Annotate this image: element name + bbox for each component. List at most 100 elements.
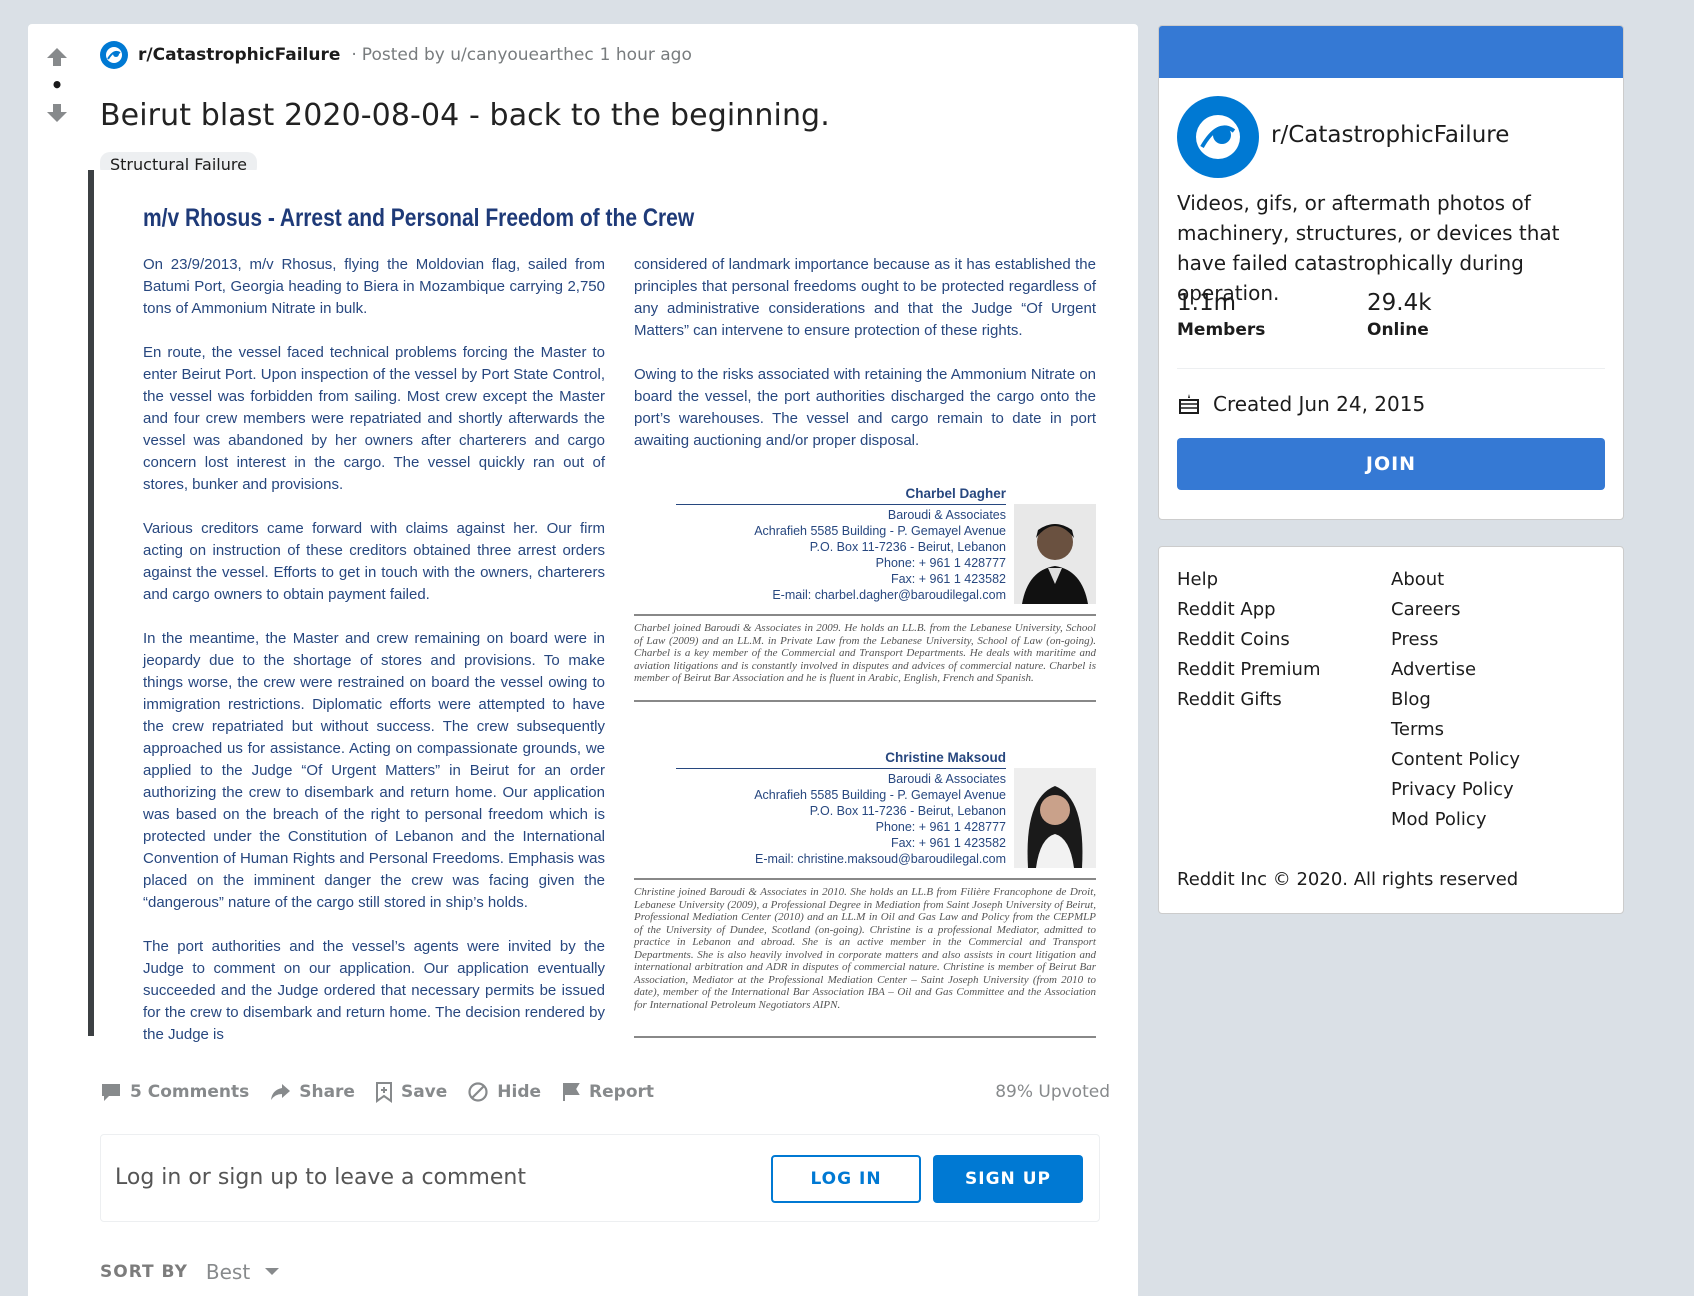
- contact-address: Achrafieh 5585 Building - P. Gemayel Ave…: [754, 788, 1006, 802]
- contact-details: Charbel Dagher Baroudi & Associates Achr…: [676, 486, 1006, 603]
- footer-link-about[interactable]: About: [1391, 565, 1520, 595]
- contact-email: E-mail: charbel.dagher@baroudilegal.com: [772, 588, 1006, 602]
- vote-count: •: [50, 73, 64, 97]
- share-label: Share: [299, 1082, 355, 1102]
- join-button[interactable]: JOIN: [1177, 438, 1605, 490]
- doc-paragraph: The port authorities and the vessel’s ag…: [143, 938, 605, 1043]
- comments-button[interactable]: 5 Comments: [100, 1081, 249, 1103]
- sort-dropdown[interactable]: Best: [206, 1260, 250, 1284]
- footer-link-reddit-gifts[interactable]: Reddit Gifts: [1177, 685, 1321, 715]
- footer-link-reddit-app[interactable]: Reddit App: [1177, 595, 1321, 625]
- contact-name: Charbel Dagher: [676, 486, 1006, 505]
- report-label: Report: [589, 1082, 655, 1102]
- contact-pobox: P.O. Box 11-7236 - Beirut, Lebanon: [809, 540, 1006, 554]
- portrait-photo: [1014, 504, 1096, 604]
- upvote-icon[interactable]: [42, 42, 72, 72]
- members-label: Members: [1177, 320, 1266, 340]
- share-button[interactable]: Share: [269, 1081, 355, 1103]
- post-meta: r/CatastrophicFailure · Posted by u/cany…: [100, 40, 692, 70]
- save-button[interactable]: Save: [375, 1081, 447, 1103]
- footer-link-reddit-premium[interactable]: Reddit Premium: [1177, 655, 1321, 685]
- sort-label: SORT BY: [100, 1262, 188, 1282]
- portrait-photo: [1014, 768, 1096, 868]
- contact-fax: Fax: + 961 1 423582: [890, 572, 1006, 586]
- bookmark-plus-icon: [375, 1082, 392, 1103]
- footer-links-card: Help Reddit App Reddit Coins Reddit Prem…: [1158, 546, 1624, 914]
- comment-prompt-text: Log in or sign up to leave a comment: [115, 1165, 526, 1190]
- contact-phone: Phone: + 961 1 428777: [875, 820, 1006, 834]
- save-label: Save: [400, 1082, 448, 1102]
- online-stat: 29.4k Online: [1367, 290, 1432, 340]
- contact-fax: Fax: + 961 1 423582: [890, 836, 1006, 850]
- report-button[interactable]: Report: [561, 1081, 654, 1103]
- share-arrow-icon: [271, 1084, 291, 1100]
- comment-sort: SORT BY Best: [100, 1260, 280, 1284]
- document-title: m/v Rhosus - Arrest and Personal Freedom…: [143, 204, 695, 232]
- circle-slash-icon: [468, 1082, 488, 1102]
- subreddit-link[interactable]: r/CatastrophicFailure: [138, 45, 340, 65]
- vote-column: •: [42, 42, 72, 128]
- created-text: Created Jun 24, 2015: [1213, 392, 1426, 416]
- flag-icon: [563, 1083, 580, 1101]
- contact-firm: Baroudi & Associates: [887, 772, 1006, 786]
- footer-link-content-policy[interactable]: Content Policy: [1391, 745, 1520, 775]
- post-title[interactable]: Beirut blast 2020-08-04 - back to the be…: [100, 98, 830, 133]
- contact-bio: Charbel joined Baroudi & Associates in 2…: [634, 614, 1096, 702]
- upvote-ratio: 89% Upvoted: [995, 1082, 1110, 1102]
- community-banner: [1159, 26, 1623, 78]
- comment-bubble-icon: [102, 1084, 120, 1101]
- online-label: Online: [1367, 320, 1429, 340]
- login-button[interactable]: LOG IN: [771, 1155, 921, 1203]
- doc-paragraph: Owing to the risks associated with retai…: [634, 366, 1096, 449]
- copyright-text: Reddit Inc © 2020. All rights reserved: [1177, 869, 1519, 890]
- contact-pobox: P.O. Box 11-7236 - Beirut, Lebanon: [809, 804, 1006, 818]
- community-name[interactable]: r/CatastrophicFailure: [1271, 122, 1509, 148]
- community-icon[interactable]: [1177, 96, 1259, 178]
- meta-separator: ·: [351, 45, 357, 65]
- image-left-border: [88, 170, 94, 1036]
- downvote-icon[interactable]: [42, 98, 72, 128]
- footer-link-mod-policy[interactable]: Mod Policy: [1391, 805, 1520, 835]
- contact-firm: Baroudi & Associates: [887, 508, 1006, 522]
- document-right-column: considered of landmark importance becaus…: [634, 254, 1096, 474]
- footer-link-press[interactable]: Press: [1391, 625, 1520, 655]
- footer-link-advertise[interactable]: Advertise: [1391, 655, 1520, 685]
- contact-details: Christine Maksoud Baroudi & Associates A…: [676, 750, 1006, 867]
- footer-links-left: Help Reddit App Reddit Coins Reddit Prem…: [1177, 565, 1321, 715]
- contact-address: Achrafieh 5585 Building - P. Gemayel Ave…: [754, 524, 1006, 538]
- hide-label: Hide: [497, 1082, 542, 1102]
- caret-down-icon[interactable]: [264, 1267, 280, 1277]
- footer-link-terms[interactable]: Terms: [1391, 715, 1520, 745]
- contact-email: E-mail: christine.maksoud@baroudilegal.c…: [755, 852, 1006, 866]
- doc-paragraph: En route, the vessel faced technical pro…: [143, 344, 605, 493]
- post-time: 1 hour ago: [599, 45, 692, 65]
- contact-name: Christine Maksoud: [676, 750, 1006, 769]
- post-image[interactable]: m/v Rhosus - Arrest and Personal Freedom…: [88, 170, 1128, 1043]
- comments-label: 5 Comments: [130, 1082, 250, 1102]
- signup-button[interactable]: SIGN UP: [933, 1155, 1083, 1203]
- about-divider: [1177, 368, 1605, 369]
- footer-link-help[interactable]: Help: [1177, 565, 1321, 595]
- footer-link-blog[interactable]: Blog: [1391, 685, 1520, 715]
- footer-link-reddit-coins[interactable]: Reddit Coins: [1177, 625, 1321, 655]
- subreddit-icon[interactable]: [100, 41, 128, 69]
- post-card: • r/CatastrophicFailure · Posted by u/ca…: [28, 24, 1138, 1296]
- document-left-column: On 23/9/2013, m/v Rhosus, flying the Mol…: [143, 254, 605, 1068]
- cake-icon: [1179, 394, 1199, 414]
- members-count: 1.1m: [1177, 290, 1236, 316]
- contact-bio: Christine joined Baroudi & Associates in…: [634, 878, 1096, 1038]
- doc-paragraph: Various creditors came forward with clai…: [143, 520, 605, 603]
- doc-paragraph: On 23/9/2013, m/v Rhosus, flying the Mol…: [143, 256, 605, 317]
- contact-phone: Phone: + 961 1 428777: [875, 556, 1006, 570]
- footer-link-careers[interactable]: Careers: [1391, 595, 1520, 625]
- footer-link-privacy-policy[interactable]: Privacy Policy: [1391, 775, 1520, 805]
- created-date: Created Jun 24, 2015: [1177, 392, 1425, 416]
- doc-paragraph: considered of landmark importance becaus…: [634, 256, 1096, 339]
- hide-button[interactable]: Hide: [467, 1081, 541, 1103]
- community-about-card: r/CatastrophicFailure Videos, gifs, or a…: [1158, 25, 1624, 520]
- post-actions: 5 Comments Share Save Hide Report: [100, 1076, 674, 1108]
- doc-paragraph: In the meantime, the Master and crew rem…: [143, 630, 605, 911]
- comment-prompt-box: Log in or sign up to leave a comment LOG…: [100, 1134, 1100, 1222]
- members-stat: 1.1m Members: [1177, 290, 1265, 340]
- posted-by[interactable]: Posted by u/canyouearthec: [362, 45, 594, 65]
